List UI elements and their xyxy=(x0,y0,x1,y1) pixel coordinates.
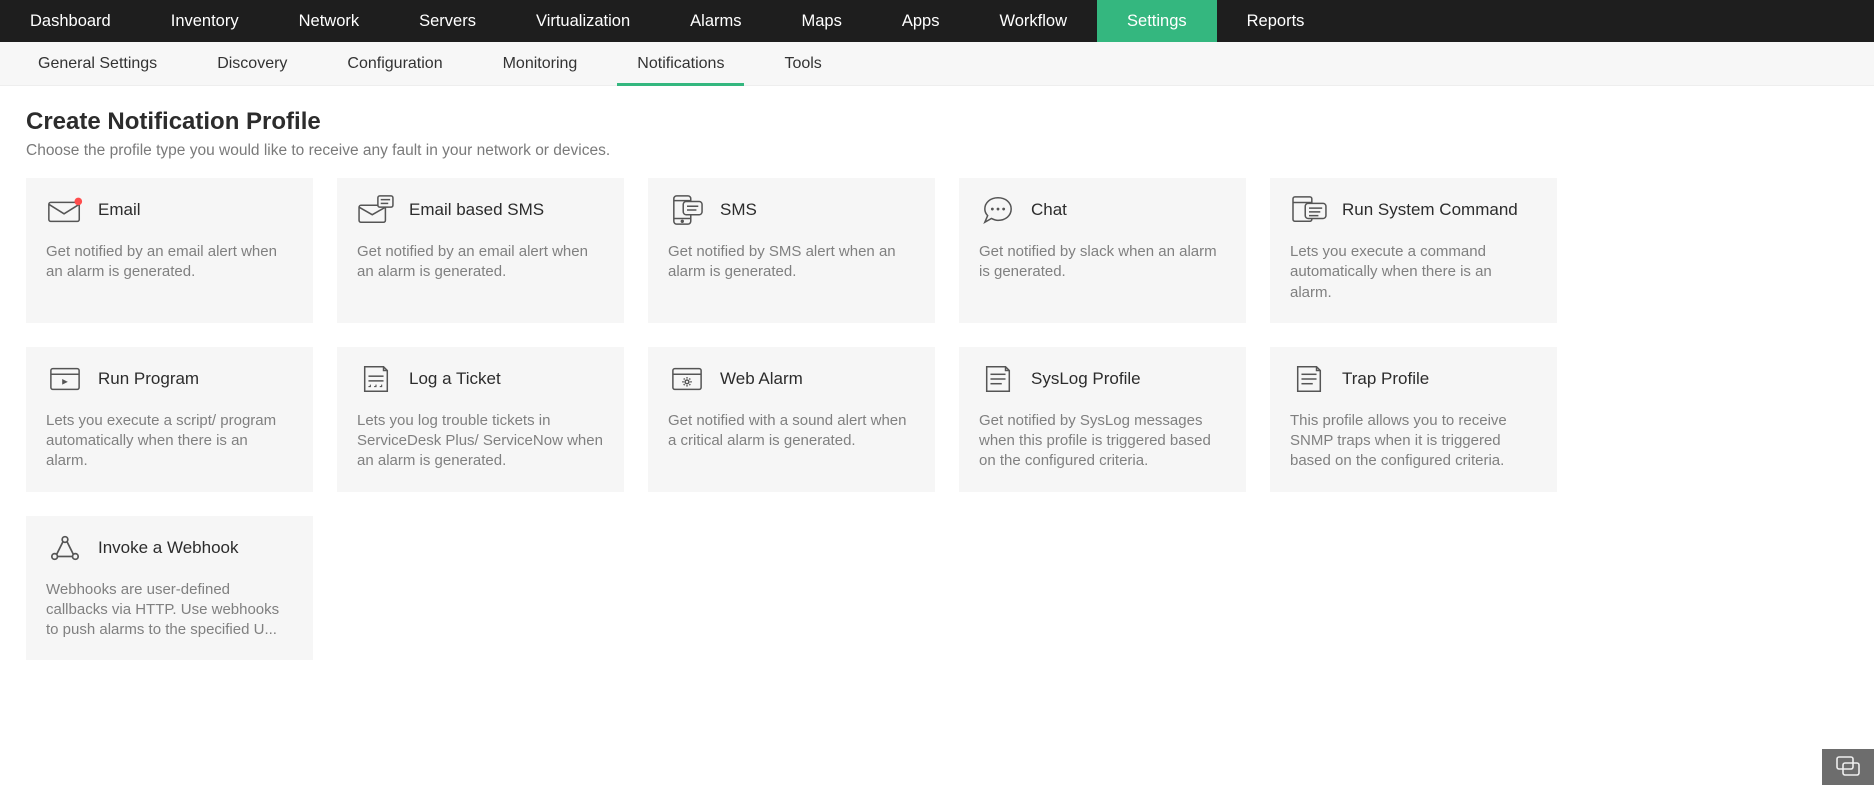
nav-label: Dashboard xyxy=(30,12,111,31)
card-head: Run System Command xyxy=(1290,194,1537,226)
card-head: Chat xyxy=(979,194,1226,226)
profile-card-webhook[interactable]: Invoke a Webhook Webhooks are user-defin… xyxy=(26,516,313,661)
subnav-general-settings[interactable]: General Settings xyxy=(8,42,187,85)
card-head: Web Alarm xyxy=(668,363,915,395)
profile-card-system-command[interactable]: Run System Command Lets you execute a co… xyxy=(1270,178,1557,323)
subnav-label: Notifications xyxy=(637,55,724,73)
nav-network[interactable]: Network xyxy=(269,0,390,42)
nav-label: Maps xyxy=(802,12,842,31)
card-desc: Get notified by slack when an alarm is g… xyxy=(979,242,1226,283)
profile-card-syslog[interactable]: SysLog Profile Get notified by SysLog me… xyxy=(959,347,1246,492)
card-desc: Lets you execute a command automatically… xyxy=(1290,242,1537,303)
sms-icon xyxy=(668,194,706,226)
log-ticket-icon xyxy=(357,363,395,395)
card-title: SysLog Profile xyxy=(1031,369,1141,389)
card-desc: Get notified by SMS alert when an alarm … xyxy=(668,242,915,283)
chat-icon xyxy=(979,194,1017,226)
nav-dashboard[interactable]: Dashboard xyxy=(0,0,141,42)
page-content: Create Notification Profile Choose the p… xyxy=(0,86,1874,700)
subnav-notifications[interactable]: Notifications xyxy=(607,42,754,85)
card-title: Log a Ticket xyxy=(409,369,501,389)
page-subtitle: Choose the profile type you would like t… xyxy=(26,142,1848,160)
nav-settings[interactable]: Settings xyxy=(1097,0,1217,42)
nav-reports[interactable]: Reports xyxy=(1217,0,1335,42)
subnav-label: Tools xyxy=(784,55,821,73)
card-desc: Webhooks are user-defined callbacks via … xyxy=(46,580,293,641)
nav-label: Reports xyxy=(1247,12,1305,31)
card-title: Run System Command xyxy=(1342,200,1518,220)
card-desc: Get notified by SysLog messages when thi… xyxy=(979,411,1226,472)
card-head: Invoke a Webhook xyxy=(46,532,293,564)
card-desc: Get notified by an email alert when an a… xyxy=(46,242,293,283)
card-title: Run Program xyxy=(98,369,199,389)
nav-label: Network xyxy=(299,12,360,31)
card-title: Web Alarm xyxy=(720,369,803,389)
card-desc: Lets you execute a script/ program autom… xyxy=(46,411,293,472)
profile-card-email-sms[interactable]: Email based SMS Get notified by an email… xyxy=(337,178,624,323)
nav-workflow[interactable]: Workflow xyxy=(969,0,1097,42)
floating-action-button[interactable] xyxy=(1822,749,1874,785)
run-program-icon xyxy=(46,363,84,395)
profile-card-run-program[interactable]: Run Program Lets you execute a script/ p… xyxy=(26,347,313,492)
card-head: Log a Ticket xyxy=(357,363,604,395)
card-desc: Get notified with a sound alert when a c… xyxy=(668,411,915,452)
profile-grid: Email Get notified by an email alert whe… xyxy=(26,178,1848,660)
card-title: Chat xyxy=(1031,200,1067,220)
profile-card-log-ticket[interactable]: Log a Ticket Lets you log trouble ticket… xyxy=(337,347,624,492)
card-head: SysLog Profile xyxy=(979,363,1226,395)
card-title: Email xyxy=(98,200,141,220)
nav-servers[interactable]: Servers xyxy=(389,0,506,42)
nav-label: Servers xyxy=(419,12,476,31)
card-title: Trap Profile xyxy=(1342,369,1429,389)
nav-label: Alarms xyxy=(690,12,741,31)
nav-inventory[interactable]: Inventory xyxy=(141,0,269,42)
card-head: Email xyxy=(46,194,293,226)
web-alarm-icon xyxy=(668,363,706,395)
page-title: Create Notification Profile xyxy=(26,108,1848,136)
subnav-label: General Settings xyxy=(38,55,157,73)
webhook-icon xyxy=(46,532,84,564)
card-head: Run Program xyxy=(46,363,293,395)
card-head: SMS xyxy=(668,194,915,226)
nav-label: Apps xyxy=(902,12,940,31)
card-title: SMS xyxy=(720,200,757,220)
nav-alarms[interactable]: Alarms xyxy=(660,0,771,42)
chat-window-icon xyxy=(1835,755,1861,780)
nav-label: Workflow xyxy=(999,12,1067,31)
nav-label: Virtualization xyxy=(536,12,630,31)
subnav-configuration[interactable]: Configuration xyxy=(317,42,472,85)
subnav-label: Configuration xyxy=(347,55,442,73)
card-head: Email based SMS xyxy=(357,194,604,226)
nav-maps[interactable]: Maps xyxy=(772,0,872,42)
syslog-icon xyxy=(979,363,1017,395)
trap-icon xyxy=(1290,363,1328,395)
subnav-monitoring[interactable]: Monitoring xyxy=(473,42,608,85)
top-nav: Dashboard Inventory Network Servers Virt… xyxy=(0,0,1874,42)
nav-virtualization[interactable]: Virtualization xyxy=(506,0,660,42)
card-title: Email based SMS xyxy=(409,200,544,220)
subnav-discovery[interactable]: Discovery xyxy=(187,42,317,85)
profile-card-trap[interactable]: Trap Profile This profile allows you to … xyxy=(1270,347,1557,492)
email-icon xyxy=(46,194,84,226)
sub-nav: General Settings Discovery Configuration… xyxy=(0,42,1874,86)
profile-card-email[interactable]: Email Get notified by an email alert whe… xyxy=(26,178,313,323)
system-command-icon xyxy=(1290,194,1328,226)
card-desc: Get notified by an email alert when an a… xyxy=(357,242,604,283)
nav-apps[interactable]: Apps xyxy=(872,0,970,42)
profile-card-sms[interactable]: SMS Get notified by SMS alert when an al… xyxy=(648,178,935,323)
subnav-label: Discovery xyxy=(217,55,287,73)
profile-card-web-alarm[interactable]: Web Alarm Get notified with a sound aler… xyxy=(648,347,935,492)
nav-label: Settings xyxy=(1127,12,1187,31)
email-sms-icon xyxy=(357,194,395,226)
card-title: Invoke a Webhook xyxy=(98,538,239,558)
subnav-label: Monitoring xyxy=(503,55,578,73)
subnav-tools[interactable]: Tools xyxy=(754,42,851,85)
nav-label: Inventory xyxy=(171,12,239,31)
card-desc: This profile allows you to receive SNMP … xyxy=(1290,411,1537,472)
card-head: Trap Profile xyxy=(1290,363,1537,395)
profile-card-chat[interactable]: Chat Get notified by slack when an alarm… xyxy=(959,178,1246,323)
card-desc: Lets you log trouble tickets in ServiceD… xyxy=(357,411,604,472)
